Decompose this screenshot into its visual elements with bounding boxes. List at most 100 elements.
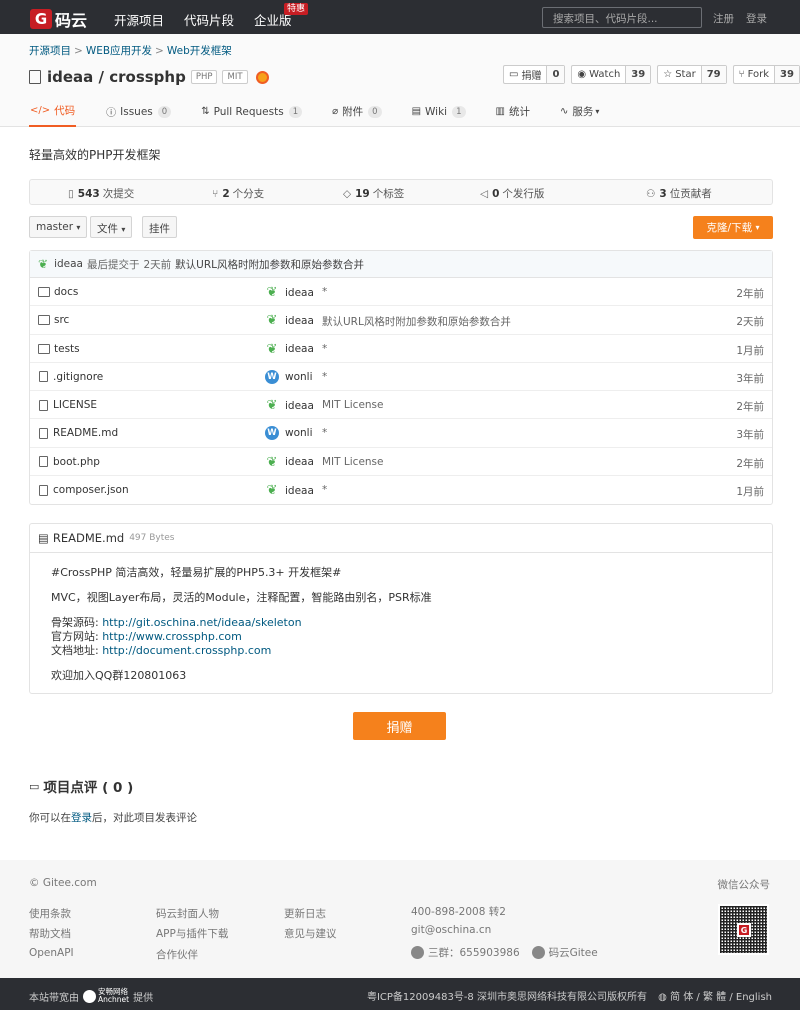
footer-terms[interactable]: 使用条款 <box>29 906 71 921</box>
file-author[interactable]: wonli <box>285 427 313 439</box>
widget-button[interactable]: 挂件 <box>142 216 177 238</box>
file-author[interactable]: ideaa <box>285 400 314 412</box>
sprout-avatar-icon[interactable]: ❦ <box>265 313 279 328</box>
register-link[interactable]: 注册 <box>713 11 734 26</box>
breadcrumb-open-source[interactable]: 开源项目 <box>29 45 71 57</box>
file-commit-message[interactable]: 默认URL风格时附加参数和原始参数合并 <box>322 314 511 329</box>
file-name-link[interactable]: .gitignore <box>53 371 103 383</box>
file-name-link[interactable]: README.md <box>53 427 118 439</box>
donate-button[interactable]: ▭ 捐赠 0 <box>503 65 566 84</box>
tab-code[interactable]: </> 代码 <box>29 96 77 127</box>
repo-title-row: ideaa / crossphp PHP MIT <box>29 68 269 86</box>
sprout-avatar-icon[interactable]: ❦ <box>265 342 279 357</box>
footer-app-download[interactable]: APP与插件下载 <box>156 926 228 941</box>
language-switcher[interactable]: 简 体 / 繁 體 / English <box>670 992 772 1003</box>
file-icon <box>39 399 48 411</box>
last-commit-message[interactable]: 默认URL风格时附加参数和原始参数合并 <box>175 257 364 272</box>
watch-button[interactable]: ◉ Watch 39 <box>571 65 652 84</box>
folder-icon <box>38 315 50 326</box>
stat-tags[interactable]: ◇ 19 个标签 <box>343 186 404 201</box>
breadcrumb-web-framework[interactable]: Web开发框架 <box>167 45 232 57</box>
footer-feedback[interactable]: 意见与建议 <box>284 926 337 941</box>
file-commit-message[interactable]: * <box>322 343 327 355</box>
tab-attachments[interactable]: ⌀ 附件 0 <box>332 96 382 127</box>
footer-phone: 400-898-2008 转2 <box>411 906 506 918</box>
file-commit-message[interactable]: MIT License <box>322 456 384 468</box>
file-author[interactable]: ideaa <box>285 485 314 497</box>
stat-commits[interactable]: ▯ 543 次提交 <box>68 186 134 201</box>
file-name-link[interactable]: src <box>54 314 69 326</box>
code-icon: </> <box>30 105 51 116</box>
stat-branches[interactable]: ⑂ 2 个分支 <box>212 186 264 201</box>
repo-title[interactable]: ideaa / crossphp <box>47 68 186 86</box>
file-author[interactable]: ideaa <box>285 315 314 327</box>
chevron-down-icon: ▾ <box>76 223 81 232</box>
donate-large-button[interactable]: 捐赠 <box>353 712 446 740</box>
commit-icon: ▯ <box>68 187 74 200</box>
file-name-link[interactable]: tests <box>54 343 80 355</box>
login-link[interactable]: 登录 <box>746 11 767 26</box>
file-author[interactable]: ideaa <box>285 287 314 299</box>
file-commit-message[interactable]: * <box>322 427 327 439</box>
file-commit-message[interactable]: * <box>322 286 327 298</box>
file-name-link[interactable]: docs <box>54 286 78 298</box>
official-site-link[interactable]: http://www.crossphp.com <box>102 630 242 643</box>
skeleton-link[interactable]: http://git.oschina.net/ideaa/skeleton <box>102 616 301 629</box>
footer-weibo[interactable]: 码云Gitee <box>549 945 598 960</box>
stat-releases[interactable]: ◁ 0 个发行版 <box>480 186 544 201</box>
file-author[interactable]: ideaa <box>285 456 314 468</box>
tab-issues[interactable]: ⓘ Issues 0 <box>106 96 172 127</box>
login-link-comments[interactable]: 登录 <box>71 812 92 824</box>
file-commit-message[interactable]: MIT License <box>322 399 384 411</box>
file-name-link[interactable]: composer.json <box>53 484 129 496</box>
branch-select[interactable]: master ▾ <box>29 216 88 238</box>
language-tag[interactable]: PHP <box>190 70 218 84</box>
star-button[interactable]: ☆ Star 79 <box>657 65 727 84</box>
promo-badge: 特惠 <box>284 3 309 15</box>
readme-features: MVC，视图Layer布局，灵活的Module，注释配置，智能路由别名，PSR标… <box>51 591 432 604</box>
breadcrumb-web-app[interactable]: WEB应用开发 <box>86 45 152 57</box>
file-commit-message[interactable]: * <box>322 371 327 383</box>
chevron-down-icon: ▾ <box>595 107 600 116</box>
repo-header: 开源项目 > WEB应用开发 > Web开发框架 ideaa / crossphp PH… <box>0 34 800 127</box>
docs-link[interactable]: http://document.crossphp.com <box>102 644 271 657</box>
file-author[interactable]: wonli <box>285 371 313 383</box>
user-avatar[interactable]: W <box>265 426 279 441</box>
clone-download-button[interactable]: 克隆/下载 ▾ <box>693 216 773 239</box>
nav-snippets[interactable]: 代码片段 <box>184 10 234 29</box>
footer-partners[interactable]: 合作伙伴 <box>156 947 198 962</box>
footer-changelog[interactable]: 更新日志 <box>284 906 326 921</box>
file-name-link[interactable]: LICENSE <box>53 399 97 411</box>
footer-qq-group[interactable]: 三群：655903986 <box>428 945 520 960</box>
tab-wiki[interactable]: ▤ Wiki 1 <box>412 96 466 127</box>
sprout-avatar-icon[interactable]: ❦ <box>265 483 279 498</box>
tab-services[interactable]: ∿ 服务 ▾ <box>560 96 599 127</box>
footer-openapi[interactable]: OpenAPI <box>29 947 74 959</box>
last-commit-author[interactable]: ideaa <box>54 258 83 270</box>
footer-email[interactable]: git@oschina.cn <box>411 924 491 936</box>
file-author[interactable]: ideaa <box>285 343 314 355</box>
license-tag[interactable]: MIT <box>222 70 248 84</box>
fork-button[interactable]: ⑂ Fork 39 <box>732 65 800 84</box>
file-commit-time: 2天前 <box>736 316 764 329</box>
gitee-logo[interactable]: G 码云 <box>30 7 87 31</box>
stat-contributors[interactable]: ⚇ 3 位贡献者 <box>646 186 712 201</box>
file-name-link[interactable]: boot.php <box>53 456 100 468</box>
user-avatar[interactable]: W <box>265 369 279 384</box>
sprout-avatar-icon[interactable]: ❦ <box>265 398 279 413</box>
nav-open-source[interactable]: 开源项目 <box>114 10 164 29</box>
file-menu-button[interactable]: 文件 ▾ <box>90 216 133 238</box>
file-commit-message[interactable]: * <box>322 484 327 496</box>
footer-help[interactable]: 帮助文档 <box>29 926 71 941</box>
search-input[interactable]: 搜索项目、代码片段... <box>542 7 702 28</box>
tab-pull-requests[interactable]: ⇅ Pull Requests 1 <box>201 96 303 127</box>
tab-stats[interactable]: ▥ 统计 <box>496 96 530 127</box>
sprout-avatar-icon[interactable]: ❦ <box>265 455 279 470</box>
tag-icon: ◇ <box>343 187 352 200</box>
comments-login-note: 你可以在登录后，对此项目发表评论 <box>29 812 197 824</box>
footer-cover-people[interactable]: 码云封面人物 <box>156 906 219 921</box>
anchnet-logo[interactable]: 安畅网络 Anchnet <box>83 988 129 1004</box>
bottom-bar: 本站带宽由 安畅网络 Anchnet 提供 粤ICP备12009483号-8 深圳… <box>0 978 800 1010</box>
readme-content: #CrossPHP 简洁高效，轻量易扩展的PHP5.3+ 开发框架# MVC，视… <box>51 566 432 682</box>
sprout-avatar-icon[interactable]: ❦ <box>265 285 279 300</box>
